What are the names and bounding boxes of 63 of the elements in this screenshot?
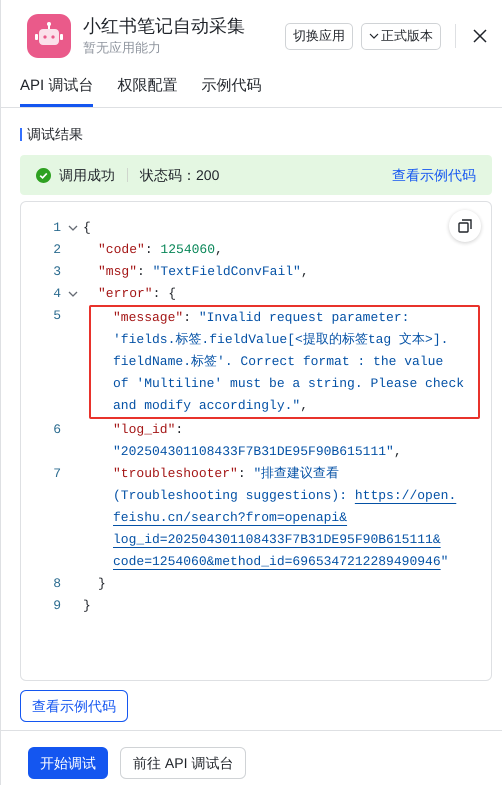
code-punctuation: , bbox=[300, 263, 309, 282]
close-icon bbox=[473, 29, 487, 43]
version-dropdown[interactable]: 正式版本 bbox=[361, 22, 441, 50]
line-number: 5 bbox=[53, 307, 61, 326]
chevron-down-icon bbox=[369, 31, 379, 41]
copy-icon bbox=[458, 219, 472, 233]
code-punctuation: , bbox=[215, 241, 223, 260]
code-number: 1254060 bbox=[160, 241, 216, 260]
code-punctuation: } bbox=[98, 575, 106, 594]
line-number: 8 bbox=[53, 575, 61, 594]
code-key: "message" bbox=[113, 308, 184, 328]
code-string: " bbox=[440, 553, 448, 572]
code-punctuation: : bbox=[238, 465, 247, 484]
app-title: 小红书笔记自动采集 bbox=[83, 15, 246, 38]
code-link[interactable]: feishu.cn/search?from=openapi& bbox=[113, 508, 348, 528]
line-number: 7 bbox=[53, 465, 61, 484]
code-punctuation: , bbox=[394, 443, 402, 462]
code-string: "Invalid request parameter: bbox=[198, 309, 410, 328]
code-string: of 'Multiline' must be a string. Please check bbox=[113, 375, 464, 394]
open-console-button[interactable]: 前往 API 调试台 bbox=[120, 747, 246, 779]
line-number: 3 bbox=[53, 263, 61, 282]
code-string: and modify accordingly." bbox=[113, 397, 300, 416]
start-debug-button[interactable]: 开始调试 bbox=[28, 747, 108, 779]
code-punctuation: } bbox=[83, 597, 91, 616]
code-link[interactable]: https://open. bbox=[354, 486, 456, 506]
line-number: 9 bbox=[53, 597, 61, 616]
code-string: 'fields.标签.fieldValue[<提取的标签tag 文本>]. bbox=[113, 331, 448, 350]
view-example-link[interactable]: 查看示例代码 bbox=[392, 164, 476, 186]
code-punctuation: : bbox=[183, 309, 192, 328]
copy-button[interactable] bbox=[449, 210, 481, 242]
code-string: "TextFieldConvFail" bbox=[152, 263, 301, 282]
line-number: 2 bbox=[53, 241, 61, 260]
line-number: 6 bbox=[53, 421, 61, 440]
section-title: 调试结果 bbox=[27, 125, 83, 144]
status-code: 状态码：200 bbox=[140, 166, 220, 184]
code-key: "error" bbox=[98, 284, 153, 304]
view-example-button[interactable]: 查看示例代码 bbox=[20, 690, 128, 722]
check-circle-icon bbox=[36, 168, 51, 182]
code-string: fieldName.标签'. Correct format : the value bbox=[113, 353, 444, 372]
code-punctuation: : bbox=[144, 241, 154, 260]
code-link[interactable]: code=1254060&method_id=6965347212289490946 bbox=[113, 552, 441, 572]
code-punctuation: { bbox=[83, 219, 91, 238]
code-punctuation: : bbox=[137, 263, 146, 282]
code-string: (Troubleshooting suggestions): bbox=[113, 487, 348, 506]
tab[interactable]: 示例代码 bbox=[201, 68, 262, 107]
status-text: 调用成功 bbox=[59, 166, 115, 184]
line-number: 1 bbox=[53, 219, 61, 238]
code-key: "msg" bbox=[98, 262, 138, 282]
code-key: "log_id" bbox=[113, 420, 176, 440]
switch-app-button[interactable]: 切换应用 bbox=[285, 22, 353, 50]
code-punctuation: , bbox=[300, 397, 308, 416]
tab[interactable]: API 调试台 bbox=[20, 68, 94, 107]
tab[interactable]: 权限配置 bbox=[117, 68, 178, 107]
app-subtitle: 暂无应用能力 bbox=[83, 39, 162, 57]
code-key: "troubleshooter" bbox=[113, 464, 238, 484]
code-punctuation: : { bbox=[152, 285, 176, 304]
code-punctuation: : bbox=[175, 421, 184, 440]
code-string: "202504301108433F7B31DE95F90B615111" bbox=[113, 443, 394, 462]
robot-app-icon bbox=[27, 14, 71, 58]
code-key: "code" bbox=[98, 240, 145, 260]
code-string: "排查建议查看 bbox=[253, 465, 340, 484]
line-number: 4 bbox=[53, 285, 61, 304]
code-link[interactable]: log_id=202504301108433F7B31DE95F90B615111& bbox=[113, 530, 441, 550]
